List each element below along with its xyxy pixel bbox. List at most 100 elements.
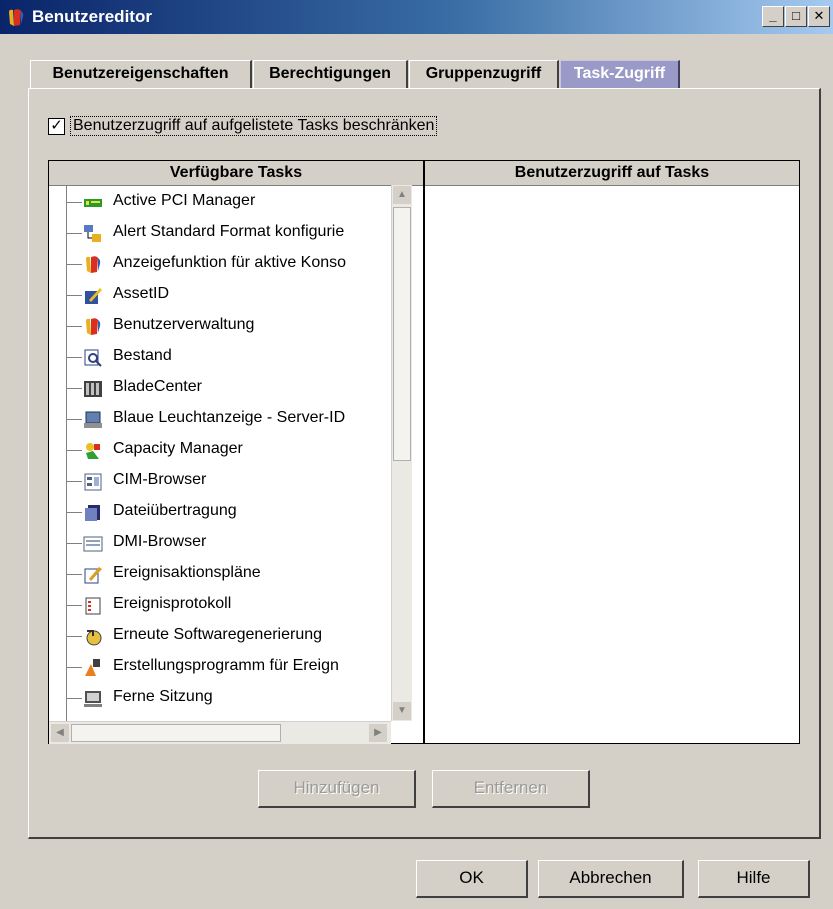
tab-berechtigungen[interactable]: Berechtigungen (253, 60, 408, 89)
task-label: Blaue Leuchtanzeige - Server-ID (113, 409, 346, 426)
task-label: Active PCI Manager (113, 192, 256, 209)
tree-branch-line (66, 481, 82, 482)
help-button[interactable]: Hilfe (698, 860, 810, 898)
task-list-item[interactable]: Ereignisprotokoll (49, 590, 389, 621)
title-bar: Benutzereditor _ □ ✕ (0, 0, 833, 34)
task-list-item[interactable]: Ferne Sitzung (49, 683, 389, 714)
scroll-up-icon[interactable]: ▲ (393, 186, 411, 204)
task-label: Alert Standard Format konfigurie (113, 223, 345, 240)
minimize-button[interactable]: _ (762, 6, 784, 27)
task-list-item[interactable]: Benutzerverwaltung (49, 311, 389, 342)
task-list-item[interactable]: DMI-Browser (49, 528, 389, 559)
available-tasks-tree: Active PCI Manager Alert Standard Format … (49, 185, 389, 721)
ok-button[interactable]: OK (416, 860, 528, 898)
tree-branch-line (66, 636, 82, 637)
tree-branch-line (66, 419, 82, 420)
task-list-item[interactable]: Dateiübertragung (49, 497, 389, 528)
server-led-icon (84, 411, 102, 428)
task-list-item[interactable]: Erneute Softwaregenerierung (49, 621, 389, 652)
maximize-icon: □ (792, 8, 800, 23)
task-label: CIM-Browser (113, 471, 207, 488)
restrict-tasks-checkbox[interactable]: ✓ (48, 118, 65, 135)
task-label: Ereignisaktionspläne (113, 564, 261, 581)
scroll-left-icon[interactable]: ◀ (51, 724, 69, 742)
tab-gruppenzugriff[interactable]: Gruppenzugriff (409, 60, 559, 89)
software-rejuvenation-icon (86, 630, 102, 646)
tab-benutzereigenschaften[interactable]: Benutzereigenschaften (30, 60, 252, 89)
remote-session-icon (84, 691, 102, 707)
task-list-item[interactable]: Bestand (49, 342, 389, 373)
task-label: Anzeigefunktion für aktive Konso (113, 254, 347, 271)
task-label: AssetID (113, 285, 170, 302)
task-list-item[interactable]: BladeCenter (49, 373, 389, 404)
task-label: DMI-Browser (113, 533, 207, 550)
asset-notepad-icon (85, 288, 102, 304)
event-log-icon (85, 597, 101, 615)
task-label: Benutzerverwaltung (113, 316, 255, 333)
file-transfer-icon (85, 505, 100, 521)
scroll-down-icon[interactable]: ▼ (393, 702, 411, 720)
alert-network-icon (84, 225, 101, 242)
tree-branch-line (66, 357, 82, 358)
available-tasks-header: Verfügbare Tasks (49, 161, 423, 186)
window-title: Benutzereditor (32, 7, 152, 26)
tree-branch-line (66, 388, 82, 389)
tree-branch-line (66, 450, 82, 451)
close-icon: ✕ (813, 8, 825, 23)
vertical-scrollbar[interactable]: ▲ ▼ (391, 185, 412, 721)
tree-branch-line (66, 295, 82, 296)
task-label: Erneute Softwaregenerierung (113, 626, 323, 643)
tree-branch-line (66, 326, 82, 327)
task-list-item[interactable]: Capacity Manager (49, 435, 389, 466)
task-list-item[interactable]: Blaue Leuchtanzeige - Server-ID (49, 404, 389, 435)
capacity-manager-icon (86, 443, 100, 459)
scroll-right-icon[interactable]: ▶ (369, 724, 387, 742)
task-list-item[interactable]: Erstellungsprogramm für Ereign (49, 652, 389, 683)
task-label: Capacity Manager (113, 440, 243, 457)
vertical-scroll-thumb[interactable] (393, 207, 411, 461)
tree-branch-line (66, 233, 82, 234)
minimize-icon: _ (769, 8, 777, 23)
task-label: Ferne Sitzung (113, 688, 213, 705)
task-list-item[interactable]: AssetID (49, 280, 389, 311)
tree-branch-line (66, 202, 82, 203)
horizontal-scrollbar[interactable]: ◀ ▶ (49, 721, 391, 744)
console-viewer-icon (86, 256, 101, 273)
horizontal-scroll-thumb[interactable] (71, 724, 281, 742)
tree-branch-line (66, 605, 82, 606)
event-builder-icon (85, 659, 100, 676)
task-list-item[interactable]: Active PCI Manager (49, 187, 389, 218)
inventory-magnifier-icon (84, 349, 102, 367)
cim-browser-icon (84, 473, 102, 491)
bladecenter-icon (84, 381, 102, 397)
add-button[interactable]: Hinzufügen (258, 770, 416, 808)
maximize-button[interactable]: □ (785, 6, 807, 27)
cancel-button[interactable]: Abbrechen (538, 860, 684, 898)
tree-branch-line (66, 512, 82, 513)
tree-branch-line (66, 574, 82, 575)
event-action-plans-icon (84, 567, 102, 584)
tree-branch-line (66, 667, 82, 668)
user-access-header: Benutzerzugriff auf Tasks (425, 161, 799, 186)
task-list-item[interactable]: Ereignisaktionspläne (49, 559, 389, 590)
dmi-browser-icon (83, 536, 103, 552)
tree-branch-line (66, 698, 82, 699)
task-label: Bestand (113, 347, 172, 364)
task-label: Dateiübertragung (113, 502, 237, 519)
task-list-item[interactable]: Anzeigefunktion für aktive Konso (49, 249, 389, 280)
task-label: BladeCenter (113, 378, 202, 395)
pci-card-icon (84, 199, 102, 207)
user-admin-icon (86, 318, 101, 335)
task-list-item[interactable]: CIM-Browser (49, 466, 389, 497)
restrict-tasks-label: Benutzerzugriff auf aufgelistete Tasks b… (70, 116, 438, 136)
remove-button[interactable]: Entfernen (432, 770, 590, 808)
available-tasks-table: Verfügbare Tasks Active PCI Manager Alert… (48, 160, 424, 744)
close-button[interactable]: ✕ (808, 6, 830, 27)
tab-task-zugriff[interactable]: Task-Zugriff (560, 60, 680, 89)
tree-branch-line (66, 264, 82, 265)
user-access-list[interactable] (425, 186, 799, 743)
app-icon (9, 9, 24, 26)
task-list-item[interactable]: Alert Standard Format konfigurie (49, 218, 389, 249)
user-access-table: Benutzerzugriff auf Tasks (424, 160, 800, 744)
tree-branch-line (66, 543, 82, 544)
